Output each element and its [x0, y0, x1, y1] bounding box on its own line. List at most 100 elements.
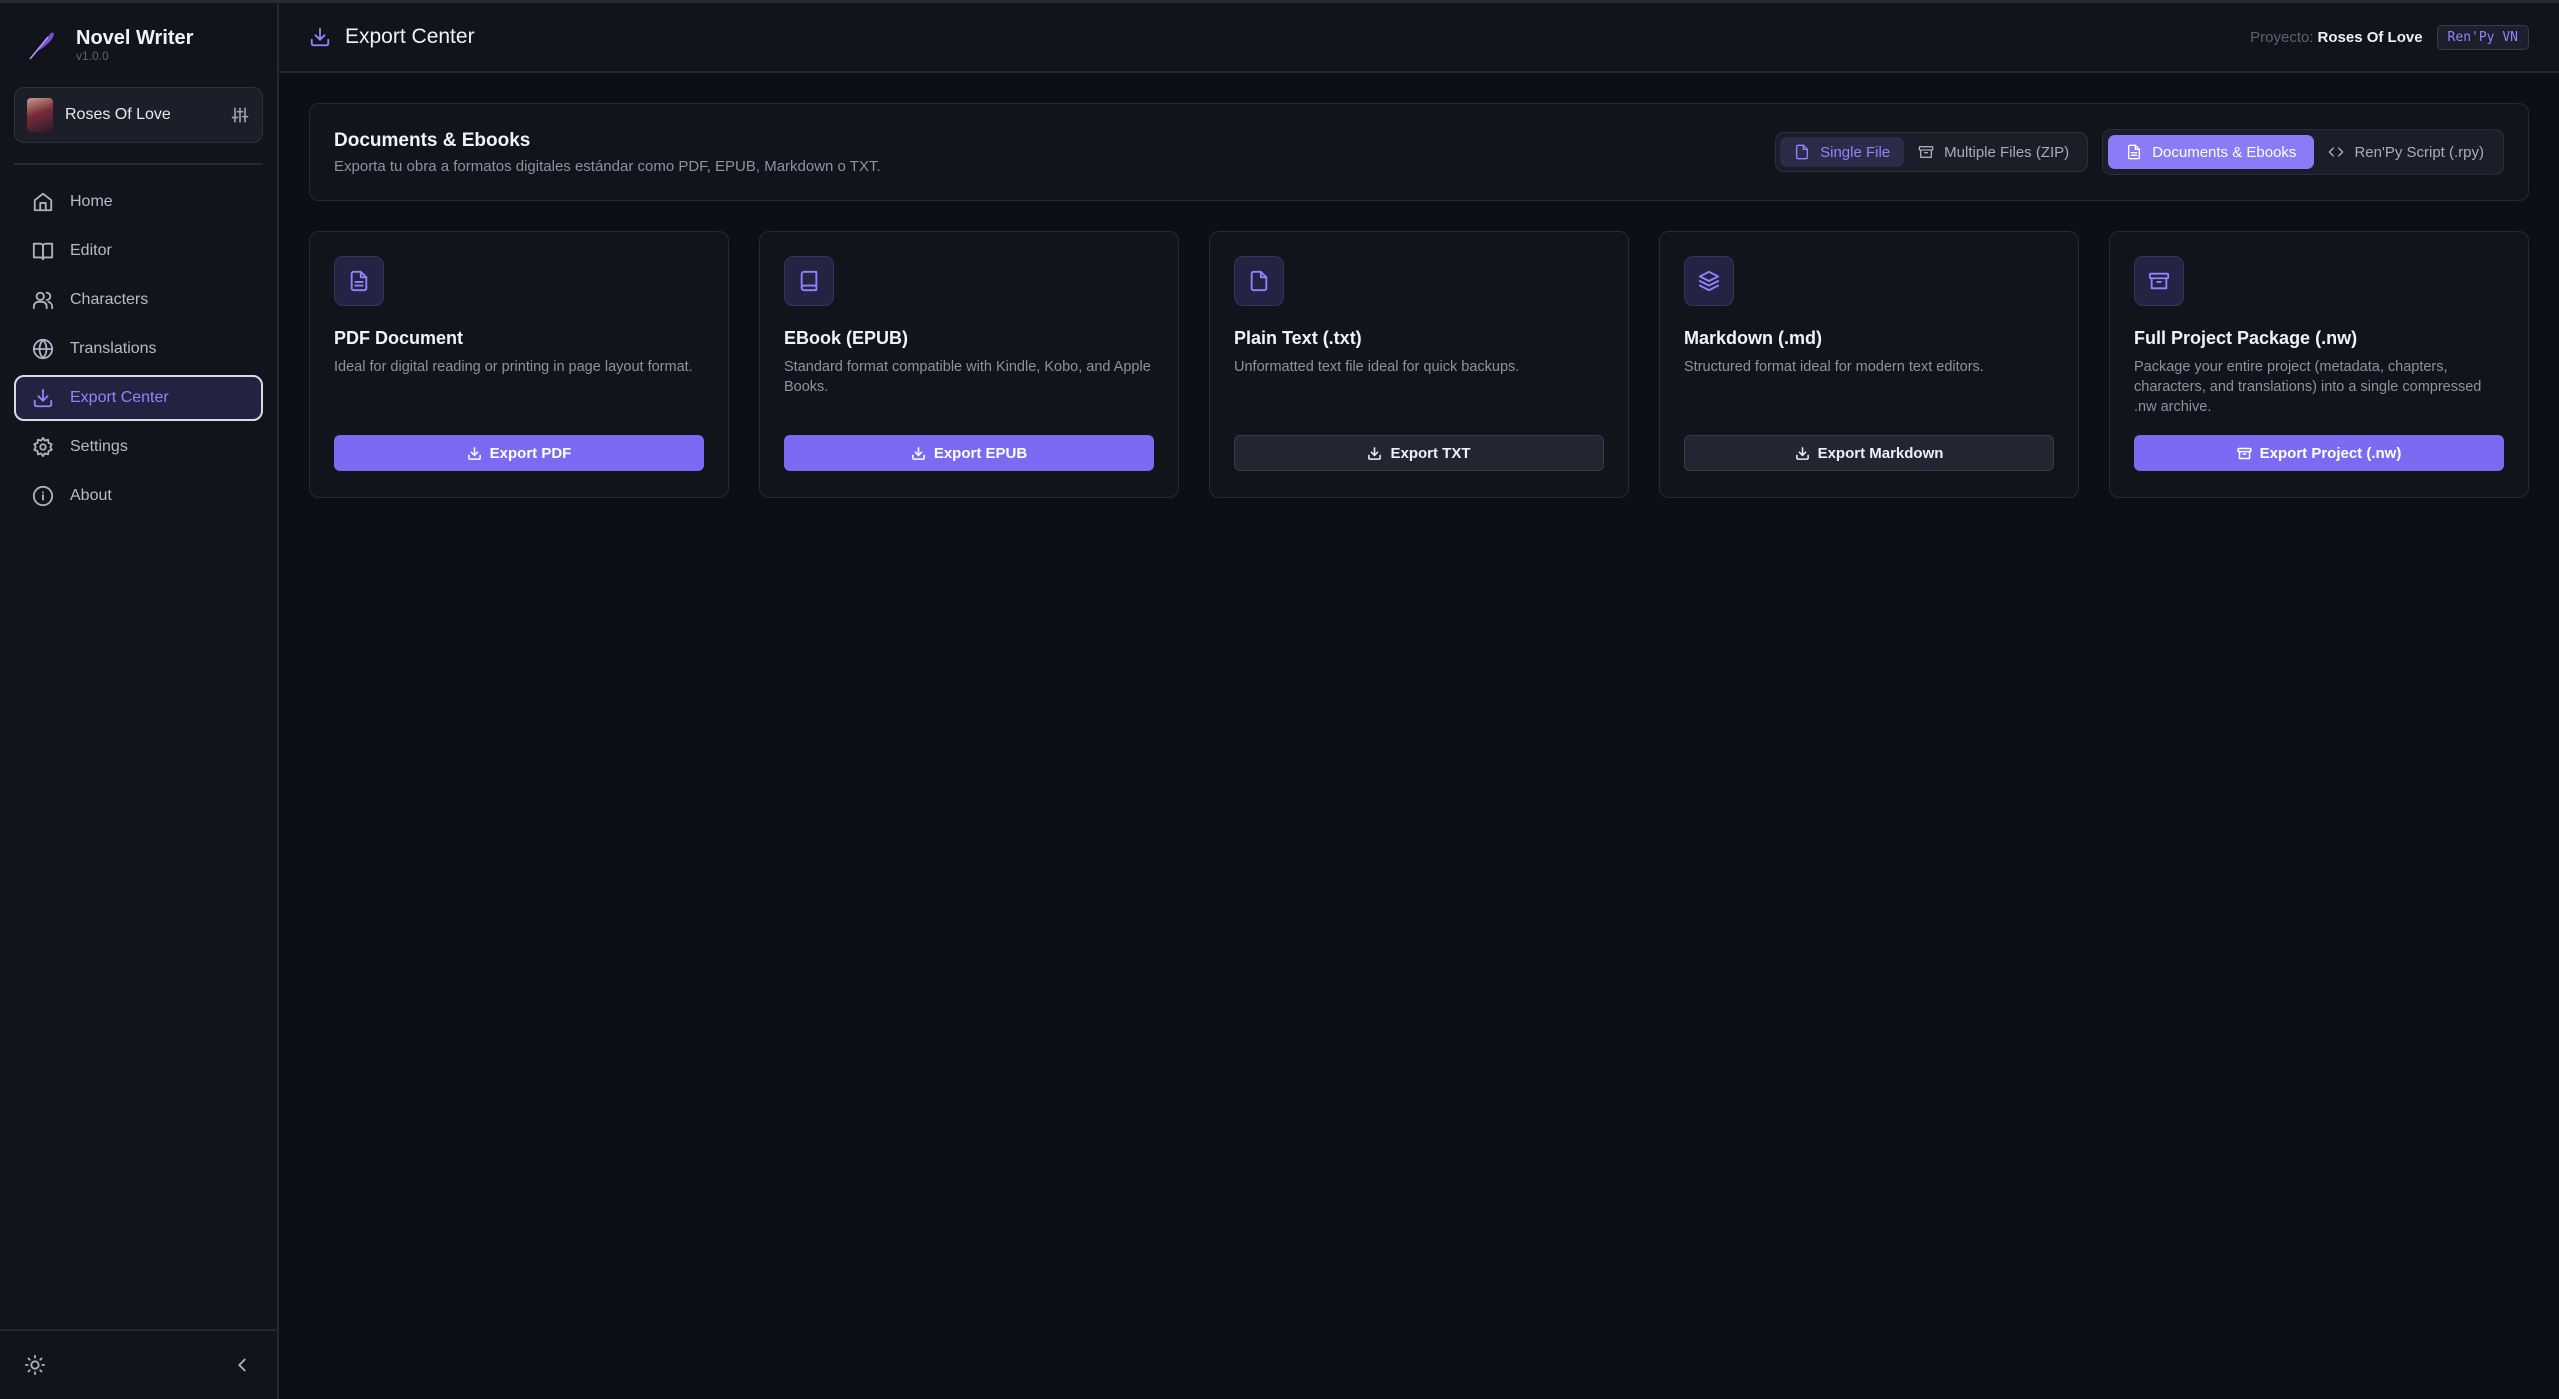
- archive-icon: [2148, 272, 2170, 290]
- book-icon: [32, 242, 54, 261]
- button-label: Export EPUB: [933, 444, 1028, 462]
- download-icon: [33, 388, 53, 408]
- card-title: Markdown (.md): [1684, 328, 1822, 348]
- card-description: Structured format ideal for modern text …: [1684, 359, 1984, 375]
- file-text-icon: [2128, 144, 2141, 160]
- home-icon: [33, 192, 53, 212]
- export-project-button[interactable]: Export Project (.nw): [2134, 435, 2504, 471]
- card-title: PDF Document: [334, 328, 464, 348]
- info-icon: [32, 485, 54, 507]
- single-file-option[interactable]: Single File: [1780, 137, 1905, 167]
- section-title: Documents & Ebooks: [334, 129, 531, 151]
- sidebar: Novel Writer v1.0.0 Roses Of Love Home E…: [0, 3, 279, 1399]
- renpy-script-option[interactable]: Ren'Py Script (.rpy): [2314, 137, 2498, 167]
- export-markdown-button[interactable]: Export Markdown: [1684, 435, 2054, 471]
- file-icon: [1250, 270, 1268, 292]
- export-type-toggle: Documents & Ebooks Ren'Py Script (.rpy): [2102, 129, 2504, 175]
- code-icon: [2329, 147, 2344, 157]
- gear-icon: [33, 436, 53, 458]
- project-switcher[interactable]: Roses Of Love: [14, 87, 263, 143]
- sidebar-item-label: Characters: [70, 291, 149, 308]
- engine-badge: Ren'Py VN: [2436, 24, 2529, 50]
- card-icon-box: [1684, 256, 1734, 306]
- sidebar-item-label: Settings: [70, 438, 128, 455]
- archive-icon: [2237, 447, 2252, 459]
- sidebar-item-export-center[interactable]: Export Center: [14, 375, 263, 421]
- content: Documents & Ebooks Exporta tu obra a for…: [279, 73, 2559, 498]
- brand: Novel Writer v1.0.0: [0, 3, 277, 65]
- file-mode-toggle: Single File Multiple Files (ZIP): [1775, 132, 2089, 172]
- export-card-project: Full Project Package (.nw) Package your …: [2109, 231, 2529, 498]
- sidebar-item-home[interactable]: Home: [14, 179, 263, 225]
- download-icon: [911, 446, 925, 460]
- sidebar-item-label: Translations: [70, 340, 157, 357]
- app-name: Novel Writer: [76, 27, 194, 49]
- sidebar-item-label: Export Center: [70, 389, 169, 406]
- card-icon-box: [334, 256, 384, 306]
- section-subtitle: Exporta tu obra a formatos digitales est…: [334, 157, 881, 175]
- download-icon: [1795, 446, 1809, 460]
- card-title: Plain Text (.txt): [1234, 328, 1362, 348]
- sliders-icon[interactable]: [230, 105, 250, 125]
- sidebar-item-characters[interactable]: Characters: [14, 277, 263, 323]
- sidebar-item-editor[interactable]: Editor: [14, 228, 263, 274]
- sidebar-item-settings[interactable]: Settings: [14, 424, 263, 470]
- export-card-txt: Plain Text (.txt) Unformatted text file …: [1209, 231, 1629, 498]
- book-icon: [800, 270, 818, 292]
- download-icon: [467, 446, 481, 460]
- renpy-script-label: Ren'Py Script (.rpy): [2354, 143, 2484, 161]
- button-label: Export TXT: [1390, 444, 1471, 462]
- card-title: Full Project Package (.nw): [2134, 328, 2358, 348]
- file-text-icon: [350, 270, 368, 292]
- export-toggles: Single File Multiple Files (ZIP) Documen…: [1775, 129, 2504, 175]
- export-header-panel: Documents & Ebooks Exporta tu obra a for…: [309, 103, 2529, 201]
- card-description: Ideal for digital reading or printing in…: [334, 359, 693, 375]
- project-value: Roses Of Love: [2317, 28, 2423, 46]
- export-cards: PDF Document Ideal for digital reading o…: [309, 231, 2529, 498]
- sidebar-item-translations[interactable]: Translations: [14, 326, 263, 372]
- card-icon-box: [1234, 256, 1284, 306]
- card-description: Unformatted text file ideal for quick ba…: [1234, 359, 1520, 375]
- card-title: EBook (EPUB): [784, 328, 909, 348]
- users-icon: [32, 291, 54, 310]
- sun-icon[interactable]: [24, 1354, 46, 1376]
- card-icon-box: [2134, 256, 2184, 306]
- sidebar-divider: [14, 163, 263, 165]
- page-title-text: Export Center: [345, 25, 475, 48]
- download-icon: [1368, 446, 1382, 460]
- project-name: Roses Of Love: [65, 106, 171, 123]
- topbar: Export Center Proyecto: Roses Of Love Re…: [279, 3, 2559, 73]
- page-title: Export Center: [309, 25, 475, 49]
- archive-icon: [1918, 146, 1934, 158]
- export-epub-button[interactable]: Export EPUB: [784, 435, 1154, 471]
- globe-icon: [32, 338, 54, 360]
- feather-logo-icon: [29, 32, 54, 60]
- project-indicator: Proyecto: Roses Of Love Ren'Py VN: [2250, 24, 2529, 50]
- button-label: Export Markdown: [1817, 444, 1944, 462]
- button-label: Export PDF: [489, 444, 572, 462]
- documents-ebooks-label: Documents & Ebooks: [2152, 143, 2297, 161]
- sidebar-footer: [0, 1329, 277, 1399]
- multiple-files-label: Multiple Files (ZIP): [1944, 143, 2070, 161]
- app-window: Novel Writer v1.0.0 Roses Of Love Home E…: [0, 0, 2559, 1399]
- file-icon: [1796, 144, 1809, 160]
- export-card-markdown: Markdown (.md) Structured format ideal f…: [1659, 231, 2079, 498]
- multiple-files-option[interactable]: Multiple Files (ZIP): [1904, 137, 2083, 167]
- project-label: Proyecto:: [2250, 28, 2314, 46]
- card-description: Package your entire project (metadata, c…: [2134, 359, 2482, 415]
- card-icon-box: [784, 256, 834, 306]
- export-pdf-button[interactable]: Export PDF: [334, 435, 704, 471]
- sidebar-item-label: Editor: [70, 242, 112, 259]
- sidebar-nav: Home Editor Characters Translations Expo…: [0, 179, 277, 522]
- sidebar-item-about[interactable]: About: [14, 473, 263, 519]
- button-label: Export Project (.nw): [2259, 444, 2402, 462]
- export-txt-button[interactable]: Export TXT: [1234, 435, 1604, 471]
- layers-icon: [1698, 270, 1720, 292]
- card-description: Standard format compatible with Kindle, …: [784, 359, 1151, 395]
- documents-ebooks-option[interactable]: Documents & Ebooks: [2108, 135, 2315, 169]
- app-version: v1.0.0: [76, 49, 109, 63]
- chevron-left-icon[interactable]: [231, 1354, 253, 1376]
- export-card-pdf: PDF Document Ideal for digital reading o…: [309, 231, 729, 498]
- sidebar-item-label: About: [70, 487, 112, 504]
- sidebar-item-label: Home: [70, 193, 113, 210]
